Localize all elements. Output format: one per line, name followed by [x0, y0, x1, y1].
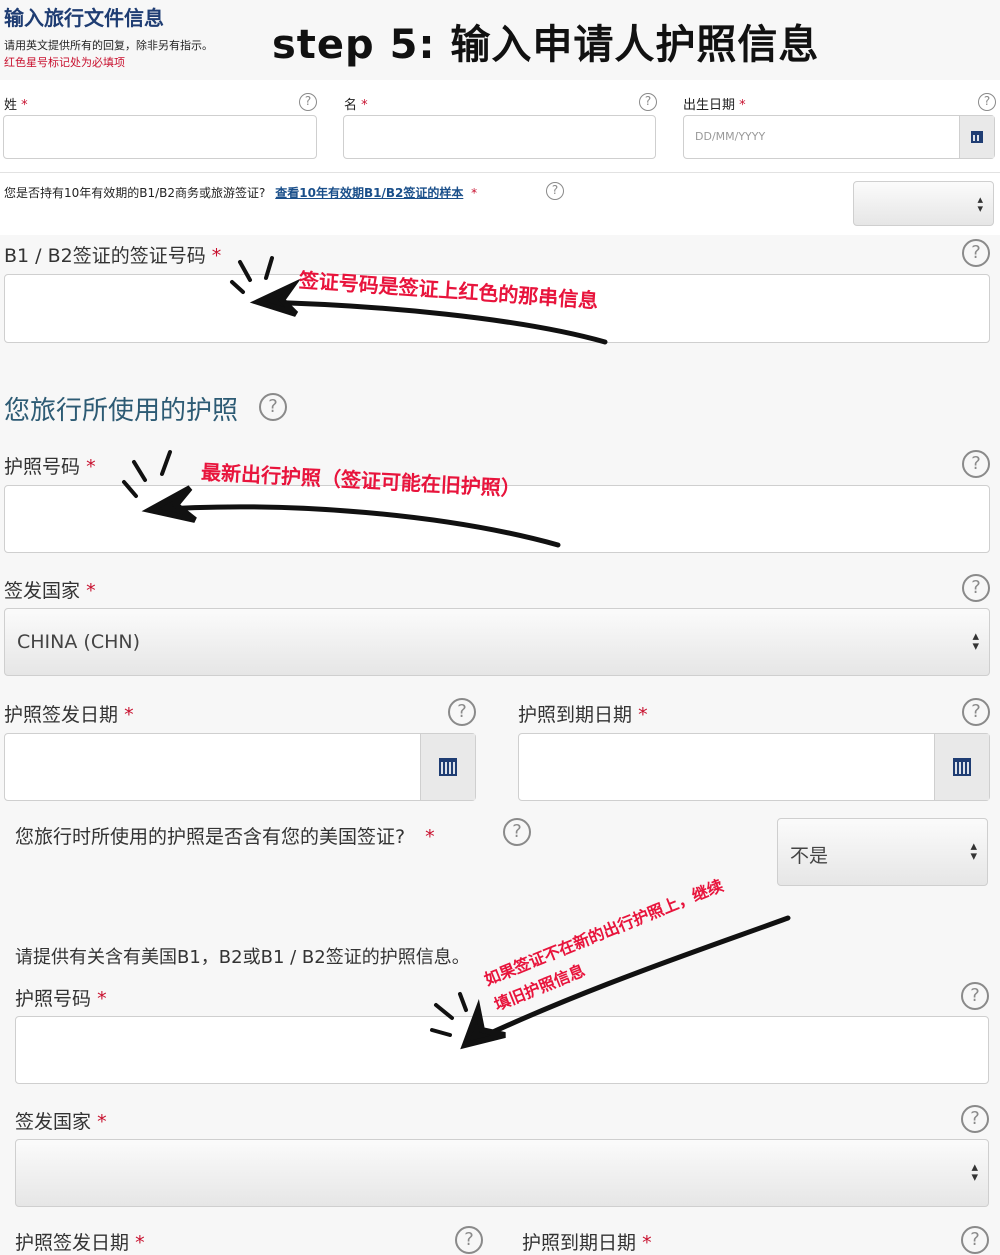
hand-drawn-arrows — [122, 256, 791, 1050]
